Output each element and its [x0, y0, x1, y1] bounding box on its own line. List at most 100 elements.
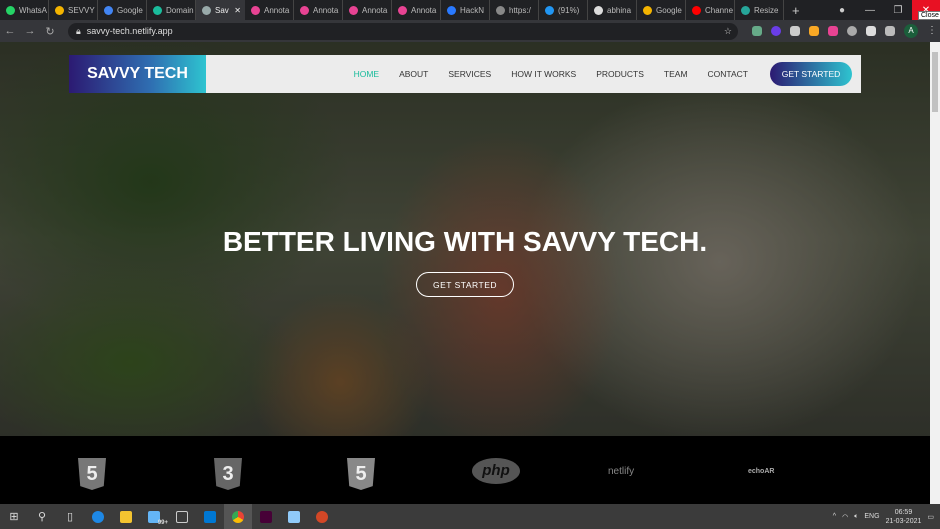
tab-label: Channe: [705, 5, 734, 15]
tab-favicon-icon: [104, 5, 113, 15]
tab-favicon-icon: [398, 5, 407, 15]
extensions: A ⋮: [752, 24, 937, 38]
nav-menu: HOME ABOUT SERVICES HOW IT WORKS PRODUCTS TEA…: [334, 69, 748, 79]
new-tab-button[interactable]: +: [792, 3, 800, 18]
php-logo: php: [472, 458, 520, 484]
annotate-extension-icon[interactable]: [828, 26, 838, 36]
time: 06:59: [894, 508, 913, 516]
tab-label: Google: [656, 5, 682, 15]
get-started-nav-button[interactable]: GET STARTED: [770, 62, 852, 86]
browser-tab[interactable]: Annota: [294, 0, 343, 20]
shield-extension-icon[interactable]: [790, 26, 800, 36]
vscode-icon[interactable]: [196, 504, 224, 529]
f-extension-icon[interactable]: [771, 26, 781, 36]
nav-products[interactable]: PRODUCTS: [596, 69, 644, 79]
html5-logo: 5: [78, 458, 106, 490]
tab-label: https:/: [509, 5, 531, 15]
browser-tab[interactable]: Annota: [392, 0, 441, 20]
browser-tab[interactable]: Channe: [686, 0, 735, 20]
forward-icon[interactable]: →: [20, 25, 40, 37]
browser-tab[interactable]: Domain: [147, 0, 196, 20]
react-icon[interactable]: [847, 26, 857, 36]
nav-home[interactable]: HOME: [354, 69, 380, 79]
browser-tab[interactable]: HackN: [441, 0, 490, 20]
app-icon[interactable]: [168, 504, 196, 529]
tab-label: SEVVY: [68, 5, 95, 15]
url-text: savvy-tech.netlify.app: [86, 26, 173, 36]
notifications-icon[interactable]: ▭: [927, 513, 934, 521]
tab-favicon-icon: [6, 5, 15, 15]
task-view-icon[interactable]: ▯: [56, 504, 84, 529]
hero-get-started-button[interactable]: GET STARTED: [416, 272, 514, 297]
browser-tab[interactable]: abhina: [588, 0, 637, 20]
browser-tab[interactable]: Annota: [343, 0, 392, 20]
browser-tab[interactable]: Google: [637, 0, 686, 20]
file-explorer-icon[interactable]: [112, 504, 140, 529]
reload-icon[interactable]: ↻: [40, 25, 60, 38]
language-indicator[interactable]: ENG: [864, 513, 879, 520]
url-input[interactable]: 🔒︎ savvy-tech.netlify.app ☆: [68, 22, 738, 40]
hero-section: SAVVY TECH HOME ABOUT SERVICES HOW IT WORKS…: [0, 42, 930, 436]
maximize-button[interactable]: ❐: [884, 0, 912, 20]
chrome-icon[interactable]: [224, 504, 252, 529]
volume-icon[interactable]: 🔈︎: [854, 513, 858, 521]
tab-favicon-icon: [153, 5, 162, 15]
tab-label: WhatsA: [19, 5, 48, 15]
notepad-icon[interactable]: [280, 504, 308, 529]
date: 21-03-2021: [885, 517, 922, 525]
taskbar: ⊞ ⚲ ▯ 99+ ^ ◠ 🔈︎ ENG 06:59 21-03-2021 ▭: [0, 504, 940, 529]
browser-tab[interactable]: (91%): [539, 0, 588, 20]
edge-icon[interactable]: [84, 504, 112, 529]
pen-extension-icon[interactable]: [752, 26, 762, 36]
tab-label: abhina: [607, 5, 632, 15]
clock[interactable]: 06:59 21-03-2021: [886, 508, 922, 526]
browser-tab[interactable]: SEVVY: [49, 0, 98, 20]
scrollbar-thumb[interactable]: [932, 52, 938, 112]
bookmark-star-icon[interactable]: ☆: [724, 26, 732, 37]
html5-logo: 5: [347, 458, 375, 490]
tab-favicon-icon: [545, 5, 554, 15]
tab-close-icon[interactable]: ✕: [234, 6, 241, 15]
tab-favicon-icon: [251, 5, 260, 15]
windows-start-icon[interactable]: ⊞: [0, 504, 28, 529]
mail-icon[interactable]: 99+: [140, 504, 168, 529]
nav-contact[interactable]: CONTACT: [708, 69, 748, 79]
browser-tab[interactable]: Resize: [735, 0, 784, 20]
site-logo[interactable]: SAVVY TECH: [69, 55, 206, 93]
rss-icon[interactable]: [809, 26, 819, 36]
media-icon[interactable]: [885, 26, 895, 36]
browser-tab[interactable]: https:/: [490, 0, 539, 20]
browser-tab[interactable]: WhatsA: [0, 0, 49, 20]
scrollbar[interactable]: [930, 42, 940, 504]
browser-tab[interactable]: Annota: [245, 0, 294, 20]
powerpoint-icon[interactable]: [308, 504, 336, 529]
tab-label: HackN: [460, 5, 485, 15]
tab-label: (91%): [558, 5, 580, 15]
menu-kebab-icon[interactable]: ⋮: [927, 26, 937, 36]
back-icon[interactable]: ←: [0, 25, 20, 37]
chevron-up-icon[interactable]: ^: [833, 513, 836, 520]
browser-tab[interactable]: Sav ✕: [196, 0, 245, 20]
nav-services[interactable]: SERVICES: [448, 69, 491, 79]
tab-favicon-icon: [447, 5, 456, 15]
address-bar-row: ← → ↻ 🔒︎ savvy-tech.netlify.app ☆ A ⋮: [0, 20, 940, 42]
tab-strip: WhatsA SEVVY Google Domain Sav ✕ Annota Annota A…: [0, 0, 940, 20]
hero-headline: BETTER LIVING WITH SAVVY TECH.: [222, 226, 708, 257]
search-icon[interactable]: ⚲: [28, 504, 56, 529]
puzzle-icon[interactable]: [866, 26, 876, 36]
nav-about[interactable]: ABOUT: [399, 69, 428, 79]
profile-menu-icon[interactable]: ●: [828, 0, 856, 20]
css3-logo: 3: [214, 458, 242, 490]
tab-favicon-icon: [55, 5, 64, 15]
avatar[interactable]: A: [904, 24, 918, 38]
minimize-button[interactable]: —: [856, 0, 884, 20]
tab-label: Annota: [264, 5, 290, 15]
tab-favicon-icon: [496, 5, 505, 15]
nav-how-it-works[interactable]: HOW IT WORKS: [511, 69, 576, 79]
nav-team[interactable]: TEAM: [664, 69, 688, 79]
adobe-xd-icon[interactable]: [252, 504, 280, 529]
system-tray: ^ ◠ 🔈︎ ENG 06:59 21-03-2021 ▭: [833, 508, 940, 526]
browser-tab[interactable]: Google: [98, 0, 147, 20]
tab-favicon-icon: [741, 5, 750, 15]
network-icon[interactable]: ◠: [842, 513, 848, 521]
